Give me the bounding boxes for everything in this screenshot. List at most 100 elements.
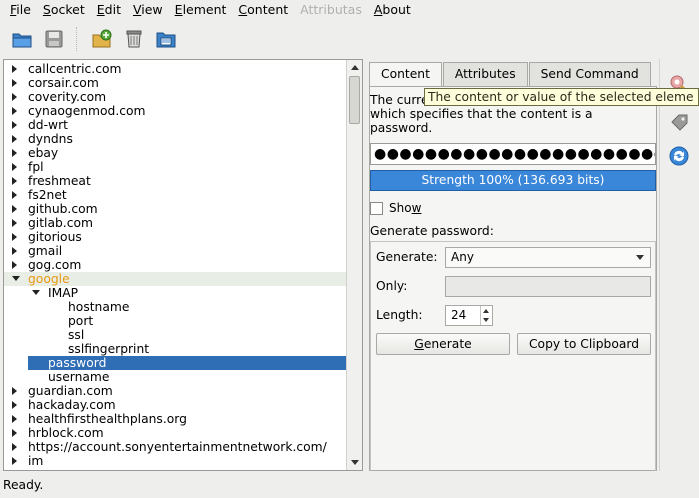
- expand-closed-arrow-icon[interactable]: [12, 443, 17, 451]
- tree-item-label: sslfingerprint: [68, 342, 150, 356]
- element-tree[interactable]: callcentric.com corsair.com coverity.com cy…: [3, 59, 363, 471]
- expand-closed-arrow-icon[interactable]: [12, 247, 17, 255]
- expand-open-arrow-icon[interactable]: [12, 276, 20, 281]
- tree-item[interactable]: github.com: [4, 202, 346, 216]
- menu-content[interactable]: Content: [232, 1, 294, 18]
- spin-buttons[interactable]: [480, 306, 492, 325]
- tree-item[interactable]: guardian.com: [4, 384, 346, 398]
- tree-item[interactable]: ssl: [4, 328, 346, 342]
- tree-item[interactable]: google: [4, 272, 346, 286]
- expand-closed-arrow-icon[interactable]: [12, 401, 17, 409]
- tree-item[interactable]: hostname: [4, 300, 346, 314]
- delete-button[interactable]: [120, 25, 148, 53]
- tree-item[interactable]: coverity.com: [4, 90, 346, 104]
- password-field[interactable]: ●●●●●●●●●●●●●●●●●●●●●●●●●: [370, 143, 656, 165]
- toolbar-separator: [76, 27, 82, 51]
- tree-item[interactable]: gog.com: [4, 258, 346, 272]
- expand-closed-arrow-icon[interactable]: [12, 233, 17, 241]
- generate-button[interactable]: Generate: [376, 333, 510, 355]
- expand-closed-arrow-icon[interactable]: [12, 107, 17, 115]
- password-strength-bar: Strength 100% (136.693 bits): [370, 170, 656, 191]
- show-password-toggle[interactable]: Show: [370, 200, 421, 216]
- tree-item[interactable]: port: [4, 314, 346, 328]
- tag-button[interactable]: [670, 113, 690, 133]
- expand-closed-arrow-icon[interactable]: [12, 261, 17, 269]
- tree-item-label: coverity.com: [28, 90, 107, 104]
- scroll-thumb[interactable]: [349, 76, 360, 124]
- show-password-label: Show: [389, 201, 422, 215]
- generate-type-select[interactable]: Any: [445, 247, 651, 268]
- expand-closed-arrow-icon[interactable]: [12, 191, 17, 199]
- tree-item[interactable]: password: [28, 356, 346, 370]
- tree-item-label: freshmeat: [28, 174, 91, 188]
- tree-item-label: gitorious: [28, 230, 82, 244]
- tree-item[interactable]: https://account.sonyentertainmentnetwork…: [4, 440, 346, 454]
- tree-item-label: dyndns: [28, 132, 73, 146]
- menu-file[interactable]: File: [4, 1, 37, 18]
- save-button[interactable]: [40, 25, 68, 53]
- tree-item[interactable]: gitorious: [4, 230, 346, 244]
- tree-item-label: IMAP: [48, 286, 79, 300]
- tree-item-label: corsair.com: [28, 76, 99, 90]
- tree-item[interactable]: hackaday.com: [4, 398, 346, 412]
- tree-item[interactable]: cynaogenmod.com: [4, 104, 346, 118]
- menu-edit[interactable]: Edit: [91, 1, 127, 18]
- tab-send-command[interactable]: Send Command: [528, 62, 651, 86]
- tree-scrollbar[interactable]: [346, 60, 362, 470]
- tree-item[interactable]: ebay: [4, 146, 346, 160]
- refresh-button[interactable]: [668, 145, 690, 167]
- scroll-down-arrow-icon[interactable]: [351, 460, 359, 465]
- tree-item[interactable]: callcentric.com: [4, 62, 346, 76]
- expand-closed-arrow-icon[interactable]: [12, 121, 17, 129]
- spin-down-arrow-icon[interactable]: [483, 318, 489, 322]
- tree-item[interactable]: username: [4, 370, 346, 384]
- toolbar: [0, 20, 699, 58]
- menu-about[interactable]: About: [368, 1, 417, 18]
- length-value: 24: [451, 308, 467, 322]
- only-chars-input[interactable]: [445, 276, 651, 297]
- tree-item[interactable]: fs2net: [4, 188, 346, 202]
- tab-attributes[interactable]: Attributes: [442, 62, 528, 86]
- properties-button[interactable]: [152, 25, 180, 53]
- menu-socket[interactable]: Socket: [37, 1, 91, 18]
- add-element-button[interactable]: [88, 25, 116, 53]
- tree-item[interactable]: fpl: [4, 160, 346, 174]
- expand-closed-arrow-icon[interactable]: [12, 163, 17, 171]
- expand-closed-arrow-icon[interactable]: [12, 219, 17, 227]
- length-spinbox[interactable]: 24: [445, 305, 493, 326]
- tree-item[interactable]: gmail: [4, 244, 346, 258]
- tree-item[interactable]: healthfirsthealthplans.org: [4, 412, 346, 426]
- menu-view[interactable]: View: [127, 1, 169, 18]
- scroll-up-arrow-icon[interactable]: [351, 65, 359, 70]
- expand-closed-arrow-icon[interactable]: [12, 149, 17, 157]
- expand-closed-arrow-icon[interactable]: [12, 415, 17, 423]
- expand-closed-arrow-icon[interactable]: [12, 79, 17, 87]
- tree-item[interactable]: sslfingerprint: [4, 342, 346, 356]
- tree-item[interactable]: hrblock.com: [4, 426, 346, 440]
- menubar: File Socket Edit View Element Content Attribut…: [0, 0, 699, 18]
- tree-item[interactable]: gitlab.com: [4, 216, 346, 230]
- expand-open-arrow-icon[interactable]: [32, 290, 40, 295]
- show-password-checkbox[interactable]: [370, 201, 383, 215]
- expand-closed-arrow-icon[interactable]: [12, 93, 17, 101]
- tree-item-label: fpl: [28, 160, 44, 174]
- tree-item[interactable]: corsair.com: [4, 76, 346, 90]
- expand-closed-arrow-icon[interactable]: [12, 177, 17, 185]
- spin-up-arrow-icon[interactable]: [483, 309, 489, 313]
- tree-item[interactable]: IMAP: [4, 286, 346, 300]
- expand-closed-arrow-icon[interactable]: [12, 457, 17, 465]
- tree-item[interactable]: dyndns: [4, 132, 346, 146]
- tree-item[interactable]: freshmeat: [4, 174, 346, 188]
- tab-content[interactable]: Content: [369, 62, 442, 87]
- menu-element[interactable]: Element: [169, 1, 233, 18]
- open-button[interactable]: [8, 25, 36, 53]
- tree-item[interactable]: dd-wrt: [4, 118, 346, 132]
- expand-closed-arrow-icon[interactable]: [12, 387, 17, 395]
- expand-closed-arrow-icon[interactable]: [12, 135, 17, 143]
- expand-closed-arrow-icon[interactable]: [12, 65, 17, 73]
- expand-closed-arrow-icon[interactable]: [12, 429, 17, 437]
- tree-item[interactable]: im: [4, 454, 346, 468]
- refresh-icon: [669, 146, 689, 166]
- copy-to-clipboard-button[interactable]: Copy to Clipboard: [517, 333, 651, 355]
- expand-closed-arrow-icon[interactable]: [12, 205, 17, 213]
